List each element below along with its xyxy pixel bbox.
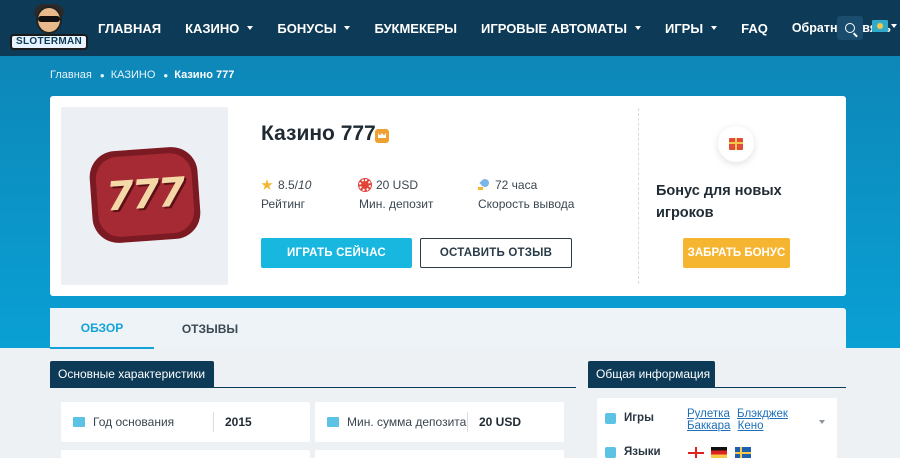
star-icon: [261, 179, 273, 190]
tab-overview[interactable]: ОБЗОР: [50, 308, 154, 349]
nav-item-games[interactable]: ИГРЫ: [664, 20, 718, 36]
breadcrumb-separator-icon: ●: [99, 70, 105, 80]
game-link-roulette[interactable]: Рулетка: [687, 408, 730, 420]
characteristics-underline: [50, 387, 576, 388]
general-info-title: Общая информация: [588, 361, 715, 387]
germany-flag-icon: [711, 447, 727, 458]
language-icon: [605, 447, 616, 458]
feature-min-deposit: Мин. сумма депозита 20 USD: [315, 402, 564, 442]
rocket-icon: [478, 179, 490, 191]
breadcrumb-casino[interactable]: КАЗИНО: [111, 69, 156, 81]
general-info-underline: [588, 387, 846, 388]
leave-review-button[interactable]: ОСТАВИТЬ ОТЗЫВ: [420, 238, 572, 268]
calendar-icon: [73, 417, 85, 427]
main-nav: ГЛАВНАЯ КАЗИНО БОНУСЫ БУКМЕКЕРЫ ИГРОВЫЕ …: [98, 0, 900, 56]
chevron-down-icon: [634, 26, 641, 30]
feature-value: 20 USD: [479, 415, 522, 429]
nav-label: БУКМЕКЕРЫ: [374, 20, 457, 36]
deposit-label: Мин. депозит: [359, 197, 434, 211]
feature-value: 2015: [225, 415, 252, 429]
languages-label: Языки: [624, 446, 661, 458]
tab-reviews[interactable]: ОТЗЫВЫ: [154, 308, 266, 349]
rating-stat: 8.5/10 Рейтинг: [261, 178, 311, 211]
min-deposit-stat: 20 USD Мин. депозит: [359, 178, 433, 211]
feature-separator: [467, 412, 468, 432]
feature-row-next: [61, 450, 310, 458]
rating-value: 8.5/: [278, 178, 299, 192]
game-link-keno[interactable]: Кено: [738, 420, 764, 432]
nav-label: ИГРЫ: [664, 20, 704, 36]
game-link-baccarat[interactable]: Баккара: [687, 420, 730, 432]
play-now-button[interactable]: ИГРАТЬ СЕЙЧАС: [261, 238, 412, 268]
payout-label: Скорость вывода: [478, 197, 575, 211]
general-info-box: Игры Рулетка Блэкджек Баккара Кено Языки: [597, 398, 837, 458]
claim-bonus-button[interactable]: ЗАБРАТЬ БОНУС: [683, 238, 790, 268]
casino-logo-box: 777: [61, 107, 228, 285]
nav-item-bookmakers[interactable]: БУКМЕКЕРЫ: [374, 21, 457, 36]
cards-icon: [605, 413, 616, 424]
england-flag-icon: [688, 447, 704, 458]
info-row-games: Игры: [605, 412, 680, 424]
breadcrumb-current: Казино 777: [174, 69, 235, 81]
games-label: Игры: [624, 412, 654, 424]
casino-chip-icon: [359, 179, 371, 191]
chevron-down-icon[interactable]: [891, 24, 897, 28]
search-button[interactable]: [837, 16, 863, 40]
game-link-blackjack[interactable]: Блэкджек: [737, 408, 788, 420]
payout-value: 72 часа: [495, 178, 538, 192]
deposit-value: 20 USD: [376, 178, 419, 192]
nav-item-home[interactable]: ГЛАВНАЯ: [98, 21, 161, 36]
breadcrumb: Главная ● КАЗИНО ● Казино 777: [50, 69, 234, 81]
nav-item-slots[interactable]: ИГРОВЫЕ АВТОМАТЫ: [481, 21, 641, 36]
chevron-down-icon: [344, 26, 351, 30]
feature-founded: Год основания 2015: [61, 402, 310, 442]
nav-label: КАЗИНО: [185, 20, 240, 36]
chevron-down-icon: [247, 26, 254, 30]
casino-card: 777 Казино 777 8.5/10 Рейтинг 20 USD Мин…: [50, 96, 846, 296]
logo-mascot-glasses: [38, 16, 60, 22]
kazakhstan-flag-icon[interactable]: [872, 20, 888, 32]
feature-separator: [213, 412, 214, 432]
crown-icon: [375, 129, 389, 143]
chevron-down-icon[interactable]: [819, 420, 825, 424]
rating-label: Рейтинг: [261, 197, 306, 211]
nav-label: ГЛАВНАЯ: [98, 20, 162, 36]
breadcrumb-home[interactable]: Главная: [50, 69, 92, 81]
gift-icon: [729, 138, 743, 150]
review-tabs: ОБЗОР ОТЗЫВЫ: [50, 308, 846, 349]
gift-badge: [718, 126, 754, 162]
site-logo[interactable]: SLOTERMAN: [10, 4, 88, 52]
breadcrumb-separator-icon: ●: [163, 70, 169, 80]
wallet-icon: [327, 417, 339, 427]
sweden-flag-icon: [735, 447, 751, 458]
site-header: SLOTERMAN ГЛАВНАЯ КАЗИНО БОНУСЫ БУКМЕКЕР…: [0, 0, 900, 56]
bonus-title: Бонус для новых игроков: [656, 183, 782, 221]
card-divider: [638, 108, 639, 284]
chevron-down-icon: [711, 26, 718, 30]
search-icon: [845, 23, 855, 33]
nav-item-bonuses[interactable]: БОНУСЫ: [277, 20, 351, 36]
info-row-languages: Языки: [605, 446, 680, 458]
casino-777-logo: 777: [87, 145, 203, 245]
characteristics-title: Основные характеристики: [50, 361, 214, 387]
feature-row-next: [315, 450, 564, 458]
logo-wordmark: SLOTERMAN: [10, 34, 88, 50]
casino-logo-text: 777: [104, 169, 186, 221]
nav-label: FAQ: [741, 20, 768, 36]
games-links: Рулетка Блэкджек Баккара Кено: [687, 408, 807, 432]
nav-item-casino[interactable]: КАЗИНО: [185, 20, 254, 36]
payout-speed-stat: 72 часа Скорость вывода: [478, 178, 574, 211]
casino-title: Казино 777: [261, 122, 376, 145]
nav-label: ИГРОВЫЕ АВТОМАТЫ: [480, 20, 627, 36]
nav-item-faq[interactable]: FAQ: [741, 21, 768, 36]
nav-label: БОНУСЫ: [277, 20, 337, 36]
feature-key: Мин. сумма депозита: [347, 415, 467, 429]
feature-key: Год основания: [93, 415, 175, 429]
rating-max: 10: [298, 178, 312, 192]
